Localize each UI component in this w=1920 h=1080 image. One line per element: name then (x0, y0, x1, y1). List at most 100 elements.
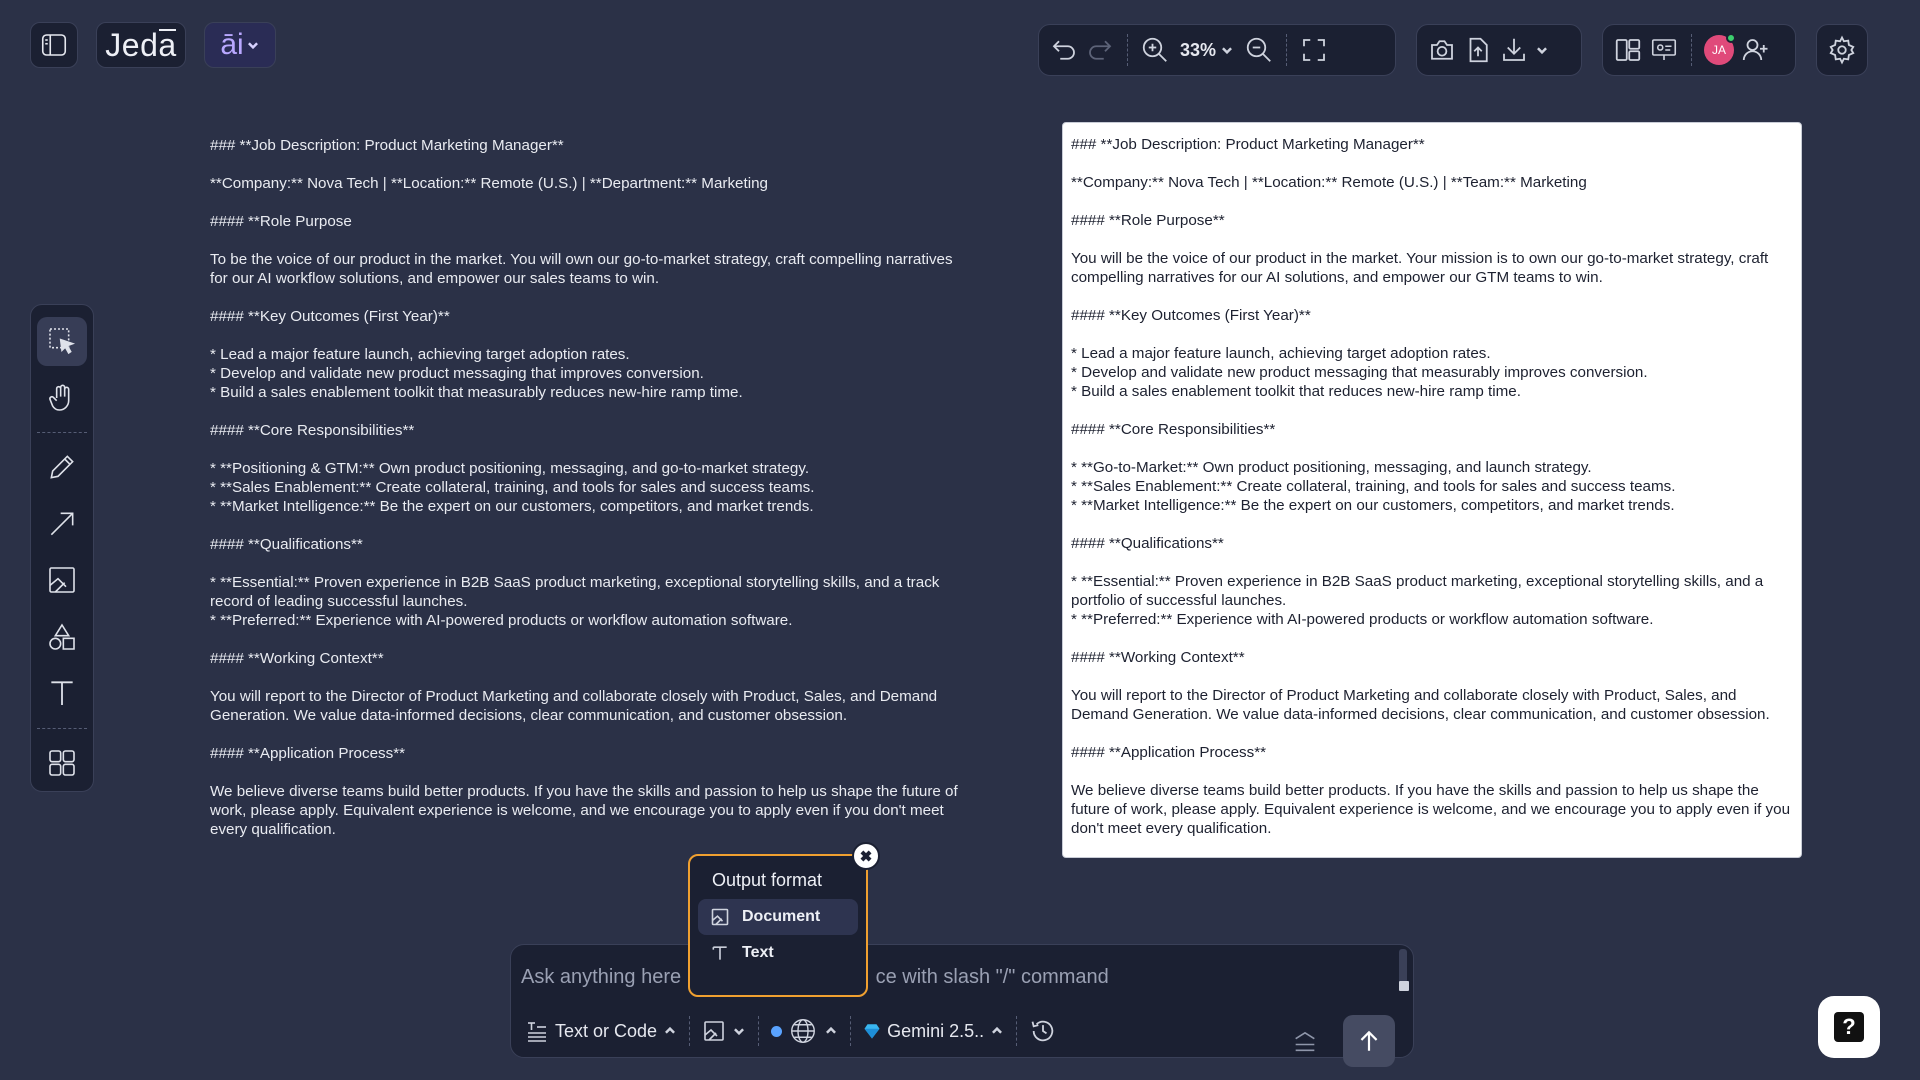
text-icon (46, 677, 78, 709)
doc-bullet: * **Market Intelligence:** Be the expert… (1071, 497, 1675, 514)
doc-paragraph: You will report to the Director of Produ… (210, 688, 938, 724)
document-card[interactable]: ### **Job Description: Product Marketing… (1062, 122, 1802, 858)
doc-bullet: * Lead a major feature launch, achieving… (210, 346, 630, 363)
fit-screen-icon[interactable] (1299, 35, 1329, 65)
document-format-icon (702, 1019, 726, 1043)
prompt-scrollbar[interactable] (1399, 949, 1407, 983)
options-divider (689, 1016, 691, 1046)
doc-line: **Company:** Nova Tech | **Location:** R… (1071, 174, 1587, 191)
sidebar-toggle-button[interactable] (30, 22, 78, 68)
prompt-input[interactable] (521, 959, 1391, 995)
apps-tool[interactable] (37, 739, 87, 788)
prompt-resize-handle[interactable] (1399, 981, 1409, 991)
zoom-in-icon[interactable] (1140, 35, 1170, 65)
ai-label: āi (220, 28, 244, 61)
send-button[interactable] (1343, 1015, 1395, 1067)
options-divider (850, 1016, 852, 1046)
doc-heading: #### **Key Outcomes (First Year)** (1071, 307, 1311, 324)
download-icon[interactable] (1499, 35, 1529, 65)
format-option-label: Document (742, 908, 821, 925)
doc-bullet: * **Preferred:** Experience with AI-powe… (1071, 611, 1654, 628)
online-status-dot (1726, 33, 1736, 43)
mode-selector[interactable]: Text or Code (525, 1019, 677, 1043)
doc-heading: #### **Working Context** (1071, 649, 1245, 666)
image-tool[interactable] (37, 556, 87, 605)
popup-close-button[interactable] (852, 842, 880, 870)
upload-file-icon[interactable] (1463, 35, 1493, 65)
text-lines-icon (525, 1019, 549, 1043)
help-button[interactable]: ? (1818, 996, 1880, 1058)
add-user-icon[interactable] (1740, 35, 1770, 65)
avatar-initials: JA (1711, 43, 1726, 57)
doc-bullet: * **Sales Enablement:** Create collatera… (1071, 478, 1676, 495)
doc-bullet: * **Market Intelligence:** Be the expert… (210, 498, 814, 515)
layout-panels-icon[interactable] (1613, 35, 1643, 65)
pencil-tool[interactable] (37, 443, 87, 492)
undo-icon[interactable] (1049, 35, 1079, 65)
doc-bullet: * **Essential:** Proven experience in B2… (1071, 573, 1764, 609)
history-icon (1029, 1017, 1057, 1045)
toolbar-divider (1127, 34, 1128, 66)
selection-cursor-icon (46, 325, 78, 357)
layers-stack-icon[interactable] (1291, 1027, 1319, 1055)
text-tool[interactable] (37, 669, 87, 718)
ai-menu-button[interactable]: āi (204, 22, 276, 68)
doc-paragraph: To be the voice of our product in the ma… (210, 251, 953, 287)
options-divider (758, 1016, 760, 1046)
zoom-out-icon[interactable] (1244, 35, 1274, 65)
select-tool[interactable] (37, 317, 87, 366)
doc-bullet: * **Sales Enablement:** Create collatera… (210, 479, 815, 496)
user-avatar[interactable]: JA (1704, 33, 1736, 65)
format-option-text[interactable]: Text (698, 935, 858, 971)
doc-heading: #### **Application Process** (1071, 744, 1267, 761)
chevron-up-icon (663, 1024, 677, 1038)
doc-heading: #### **Qualifications** (1071, 535, 1224, 552)
format-option-document[interactable]: Document (698, 899, 858, 935)
doc-line: **Company:** Nova Tech | **Location:** R… (210, 175, 768, 192)
document-card-content: ### **Job Description: Product Marketing… (1071, 135, 1793, 857)
camera-icon[interactable] (1427, 35, 1457, 65)
chevron-down-icon (246, 38, 260, 52)
export-toolbar (1416, 24, 1582, 76)
collaboration-toolbar: JA (1602, 24, 1796, 76)
doc-bullet: * Build a sales enablement toolkit that … (210, 384, 743, 401)
chevron-up-icon (824, 1024, 838, 1038)
output-format-selector[interactable] (702, 1019, 746, 1043)
arrow-tool[interactable] (37, 500, 87, 549)
text-icon (710, 943, 730, 963)
pencil-icon (46, 451, 78, 483)
chevron-down-icon (732, 1024, 746, 1038)
tool-rail (30, 304, 94, 792)
doc-heading: #### **Role Purpose** (1071, 212, 1225, 229)
redo-icon[interactable] (1085, 35, 1115, 65)
settings-button[interactable] (1816, 24, 1868, 76)
shapes-tool[interactable] (37, 613, 87, 662)
doc-paragraph: We believe diverse teams build better pr… (1071, 782, 1791, 837)
doc-bullet: * Build a sales enablement toolkit that … (1071, 383, 1521, 400)
doc-bullet: * Develop and validate new product messa… (210, 365, 704, 382)
grid-icon (46, 747, 78, 779)
prompt-options-row: Text or Code Gemini 2.5.. (525, 1011, 1401, 1067)
sidebar-panel-icon (39, 30, 69, 60)
web-search-toggle[interactable] (771, 1016, 838, 1046)
doc-paragraph: We believe diverse teams build better pr… (210, 783, 958, 838)
model-selector[interactable]: Gemini 2.5.. (863, 1021, 1004, 1042)
jeda-logo[interactable]: Jeda (96, 22, 186, 68)
rail-divider (37, 727, 87, 729)
history-button[interactable] (1029, 1017, 1057, 1045)
doc-heading: #### **Qualifications** (210, 536, 363, 553)
chevron-down-icon (1220, 43, 1234, 57)
status-dot (771, 1025, 783, 1037)
hand-tool[interactable] (37, 374, 87, 423)
presentation-icon[interactable] (1649, 35, 1679, 65)
doc-bullet: * **Go-to-Market:** Own product position… (1071, 459, 1592, 476)
canvas-text-block[interactable]: ### **Job Description: Product Marketing… (210, 136, 970, 858)
doc-bullet: * Lead a major feature launch, achieving… (1071, 345, 1491, 362)
model-label: Gemini 2.5.. (887, 1020, 985, 1041)
shapes-icon (46, 621, 78, 653)
zoom-level-dropdown[interactable]: 33% (1180, 40, 1234, 61)
doc-heading: #### **Application Process** (210, 745, 406, 762)
chevron-down-icon[interactable] (1535, 43, 1549, 57)
toolbar-divider (1691, 34, 1692, 66)
toolbar-divider (1286, 34, 1288, 66)
